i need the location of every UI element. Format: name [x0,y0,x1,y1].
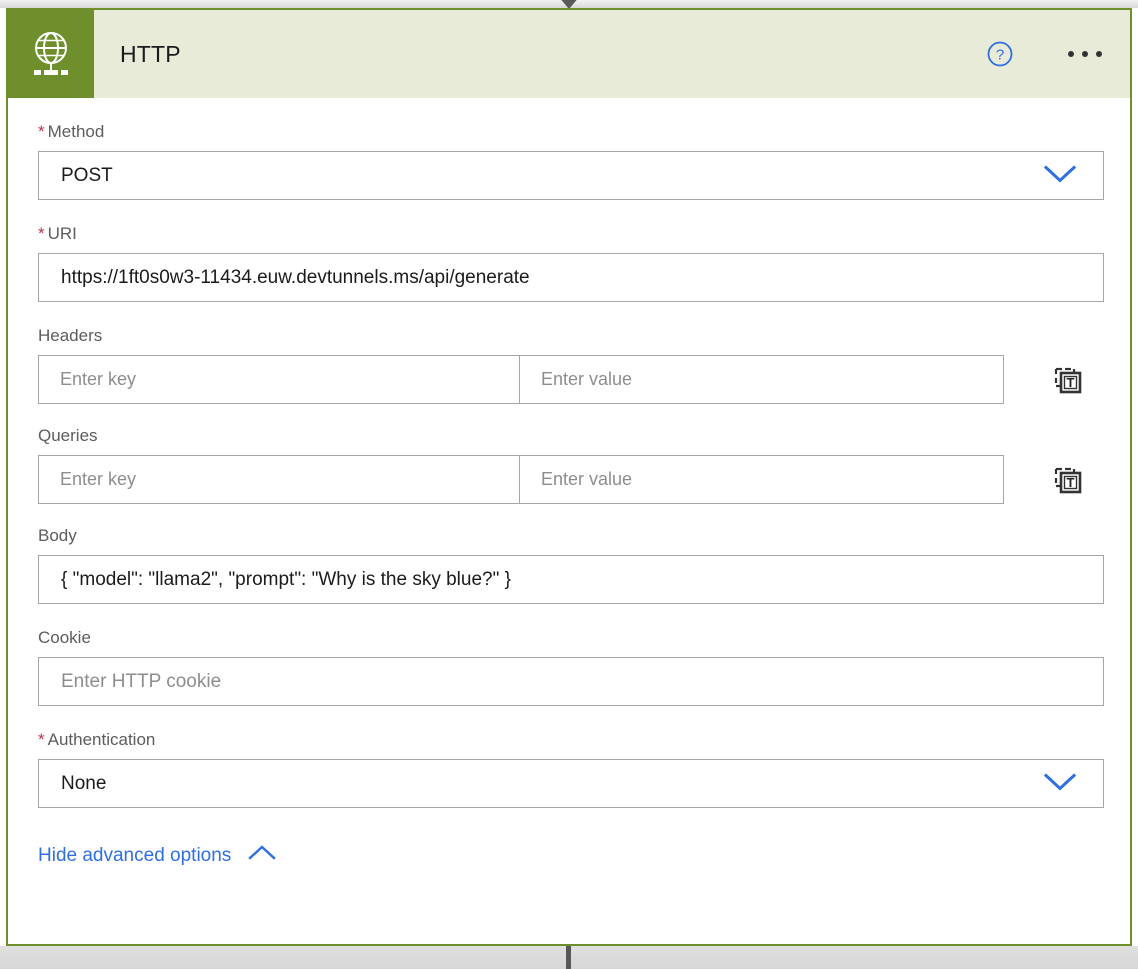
page-title: HTTP [120,40,181,67]
queries-value-input[interactable]: Enter value [520,456,1003,503]
svg-text:T: T [1067,375,1075,390]
required-asterisk: * [38,224,45,243]
hide-advanced-options-label: Hide advanced options [38,845,232,866]
uri-value: https://1ft0s0w3-11434.euw.devtunnels.ms… [61,266,530,288]
required-asterisk: * [38,122,45,141]
uri-input[interactable]: https://1ft0s0w3-11434.euw.devtunnels.ms… [38,253,1104,302]
switch-to-text-mode-icon[interactable]: T [1051,363,1085,397]
field-body: Body { "model": "llama2", "prompt": "Why… [38,526,1104,604]
cookie-placeholder: Enter HTTP cookie [61,670,222,692]
chevron-down-icon [1043,163,1077,188]
field-queries: Queries Enter key Enter value T [38,426,1100,504]
flow-connector-top [0,0,1138,9]
label-cookie: Cookie [38,628,91,647]
hide-advanced-options-link[interactable]: Hide advanced options [38,844,277,868]
queries-key-input[interactable]: Enter key [39,456,520,503]
label-authentication: * Authentication [38,730,156,749]
label-queries: Queries [38,426,98,445]
label-headers: Headers [38,326,103,345]
method-dropdown[interactable]: POST [38,151,1104,200]
flow-connector-line [566,946,571,969]
label-body: Body [38,526,77,545]
globe-network-icon [8,10,94,98]
queries-kv-fields: Enter key Enter value [38,455,1004,504]
headers-value-input[interactable]: Enter value [520,356,1003,403]
headers-key-input[interactable]: Enter key [39,356,520,403]
headers-row: Enter key Enter value T [38,355,1104,404]
svg-text:T: T [1067,475,1075,490]
more-ellipsis-icon[interactable] [1062,43,1108,65]
svg-text:?: ? [996,47,1004,64]
required-asterisk: * [38,730,45,749]
field-uri: * URI https://1ft0s0w3-11434.euw.devtunne… [38,224,1104,302]
header-actions: ? [986,40,1130,68]
headers-kv-fields: Enter key Enter value [38,355,1004,404]
cookie-input[interactable]: Enter HTTP cookie [38,657,1104,706]
chevron-down-icon [1043,771,1077,796]
method-value: POST [61,164,113,186]
body-input[interactable]: { "model": "llama2", "prompt": "Why is t… [38,555,1104,604]
field-cookie: Cookie Enter HTTP cookie [38,628,1104,706]
label-method: * Method [38,122,105,141]
card-header: HTTP ? [8,10,1130,98]
authentication-value: None [61,772,107,794]
chevron-up-icon [247,844,277,868]
switch-to-text-mode-icon[interactable]: T [1051,463,1085,497]
http-action-card: HTTP ? * Method POST * URI https://1ft0s… [6,8,1132,946]
field-headers: Headers Enter key Enter value T [38,326,1100,404]
card-body: * Method POST * URI https://1ft0s0w3-11434… [8,98,1130,868]
authentication-dropdown[interactable]: None [38,759,1104,808]
queries-row: Enter key Enter value T [38,455,1104,504]
field-authentication: * Authentication None [38,730,1104,808]
body-value: { "model": "llama2", "prompt": "Why is t… [61,568,511,590]
label-uri: * URI [38,224,77,243]
field-method: * Method POST [38,122,1104,200]
help-circle-icon[interactable]: ? [986,40,1014,68]
